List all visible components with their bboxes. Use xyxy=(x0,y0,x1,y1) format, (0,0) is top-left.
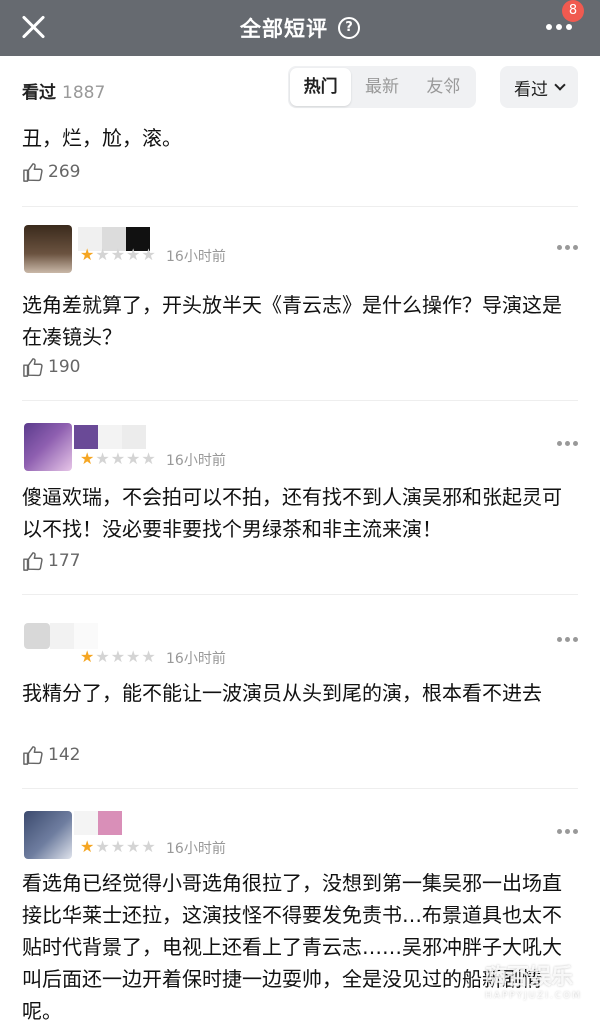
comment-time: 16小时前 xyxy=(166,249,226,265)
like-count: 177 xyxy=(48,551,81,571)
more-options-icon[interactable] xyxy=(557,829,578,834)
seen-filter-label: 看过 xyxy=(514,79,548,100)
comment-text: 傻逼欢瑞，不会拍可以不拍，还有找不到人演吴邪和张起灵可以不找！没必要非要找个男绿… xyxy=(22,485,562,541)
chevron-down-icon xyxy=(554,79,566,91)
like-count: 190 xyxy=(48,357,81,377)
tab-hot[interactable]: 热门 xyxy=(290,68,352,106)
username-blurred[interactable] xyxy=(74,811,122,835)
rating-stars: ★ ★ ★ ★ ★ xyxy=(80,837,156,856)
avatar[interactable] xyxy=(24,811,72,859)
username-blurred[interactable] xyxy=(74,425,146,449)
sort-tabs: 热门 最新 友邻 xyxy=(288,66,476,108)
tab-latest[interactable]: 最新 xyxy=(351,68,412,106)
watermark-main: 嗨否娱乐 xyxy=(485,965,574,990)
tab-friends[interactable]: 友邻 xyxy=(413,68,474,106)
like-button[interactable]: 177 xyxy=(22,551,80,571)
comment-list: 丑，烂，尬，滚。 269 ★ ★ ★ ★ ★ 16小时前 选角差就算了，开头放半天《青云… xyxy=(0,120,600,1029)
seen-count-label: 看过 xyxy=(22,83,56,103)
thumbs-up-icon xyxy=(23,358,43,377)
thumbs-up-icon xyxy=(23,552,43,571)
watermark-sub: HAPPYJUZI.COM xyxy=(485,991,582,1001)
notification-badge: 8 xyxy=(562,0,584,22)
comment-time: 16小时前 xyxy=(166,651,226,667)
comment-text: 选角差就算了，开头放半天《青云志》是什么操作？导演这是在凑镜头？ xyxy=(22,293,562,349)
comment-time: 16小时前 xyxy=(166,841,226,857)
comment-item: 丑，烂，尬，滚。 269 xyxy=(22,120,578,207)
comment-item: ★ ★ ★ ★ ★ 16小时前 我精分了，能不能让一波演员从头到尾的演，根本看不进去 1… xyxy=(22,595,578,789)
like-button[interactable]: 269 xyxy=(22,162,80,182)
seen-count-number: 1887 xyxy=(62,83,106,103)
more-options-icon[interactable] xyxy=(557,245,578,250)
more-icon[interactable] xyxy=(546,24,572,30)
comment-text: 看选角已经觉得小哥选角很拉了，没想到第一集吴邪一出场直接比华莱士还拉，这演技怪不… xyxy=(22,871,562,1023)
seen-count: 看过 1887 xyxy=(22,78,105,103)
more-options-icon[interactable] xyxy=(557,441,578,446)
seen-filter-dropdown[interactable]: 看过 xyxy=(500,66,578,108)
avatar[interactable] xyxy=(24,623,50,649)
avatar[interactable] xyxy=(24,225,72,273)
avatar[interactable] xyxy=(24,423,72,471)
thumbs-up-icon xyxy=(23,163,43,182)
like-button[interactable]: 142 xyxy=(22,745,80,765)
rating-stars: ★ ★ ★ ★ ★ xyxy=(80,245,156,264)
like-count: 269 xyxy=(48,162,81,182)
more-options-icon[interactable] xyxy=(557,637,578,642)
help-icon[interactable]: ? xyxy=(338,17,360,39)
page-title: 全部短评 xyxy=(240,17,328,41)
watermark: 嗨否娱乐 HAPPYJUZI.COM xyxy=(485,959,582,1001)
comment-text: 我精分了，能不能让一波演员从头到尾的演，根本看不进去 xyxy=(22,681,542,705)
thumbs-up-icon xyxy=(23,746,43,765)
like-button[interactable]: 190 xyxy=(22,357,80,377)
filter-bar: 看过 1887 热门 最新 友邻 看过 xyxy=(0,56,600,120)
rating-stars: ★ ★ ★ ★ ★ xyxy=(80,449,156,468)
comment-text: 丑，烂，尬，滚。 xyxy=(22,126,182,150)
like-count: 142 xyxy=(48,745,81,765)
rating-stars: ★ ★ ★ ★ ★ xyxy=(80,647,156,666)
nav-title-group: 全部短评 ? xyxy=(0,0,600,56)
comment-time: 16小时前 xyxy=(166,453,226,469)
top-nav-bar: 全部短评 ? 8 xyxy=(0,0,600,56)
comment-item: ★ ★ ★ ★ ★ 16小时前 傻逼欢瑞，不会拍可以不拍，还有找不到人演吴邪和张起灵可以… xyxy=(22,401,578,595)
username-blurred[interactable] xyxy=(50,623,98,649)
comment-item: ★ ★ ★ ★ ★ 16小时前 选角差就算了，开头放半天《青云志》是什么操作？导演这是在… xyxy=(22,207,578,401)
